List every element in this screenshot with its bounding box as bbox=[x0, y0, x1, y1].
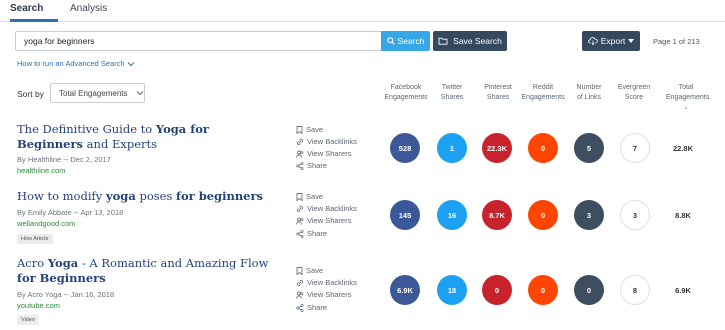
save-search-label: Save Search bbox=[453, 36, 502, 46]
folder-icon bbox=[438, 37, 448, 45]
advanced-search-link[interactable]: How to run an Advanced Search bbox=[17, 59, 135, 68]
bookmark-icon bbox=[296, 266, 303, 275]
result-byline: By Acro Yoga -- Jan 16, 2018 bbox=[17, 290, 115, 299]
column-header-twitter[interactable]: Twitter Shares bbox=[437, 83, 467, 103]
share-icon bbox=[296, 229, 304, 238]
facebook-engagements[interactable]: 528 bbox=[390, 133, 420, 163]
bookmark-icon bbox=[296, 192, 303, 201]
view-backlinks-action[interactable]: View Backlinks bbox=[296, 204, 357, 213]
total-engagements: 8.8K bbox=[675, 211, 691, 220]
save-action[interactable]: Save bbox=[296, 266, 323, 275]
tab-bar: Search Analysis bbox=[0, 0, 725, 22]
column-header-reddit[interactable]: Reddit Engagements bbox=[518, 83, 568, 103]
evergreen-score: 8 bbox=[620, 275, 650, 305]
active-tab-indicator bbox=[10, 19, 58, 22]
users-icon bbox=[296, 150, 304, 158]
number-of-links[interactable]: 3 bbox=[574, 200, 604, 230]
sort-select[interactable]: Total Engagements bbox=[50, 83, 145, 103]
tab-analysis[interactable]: Analysis bbox=[70, 3, 107, 14]
number-of-links[interactable]: 0 bbox=[574, 275, 604, 305]
advanced-search-label: How to run an Advanced Search bbox=[17, 59, 125, 68]
twitter-shares[interactable]: 1 bbox=[437, 133, 467, 163]
content-type-badge: How Article bbox=[17, 234, 53, 244]
result-title[interactable]: How to modify yoga poses for beginners bbox=[17, 189, 277, 204]
column-header-facebook[interactable]: Facebook Engagements bbox=[381, 83, 431, 103]
link-icon bbox=[296, 138, 304, 146]
sort-arrow-down-icon: ↓ bbox=[684, 104, 688, 111]
result-byline: By Healthline -- Dec 2, 2017 bbox=[17, 155, 111, 164]
chevron-down-icon bbox=[127, 61, 135, 67]
result-title[interactable]: The Definitive Guide to Yoga for Beginne… bbox=[17, 122, 277, 152]
result-domain[interactable]: healthline.com bbox=[17, 166, 65, 175]
search-icon bbox=[386, 37, 395, 45]
facebook-engagements[interactable]: 145 bbox=[390, 200, 420, 230]
result-domain[interactable]: youtube.com bbox=[17, 301, 60, 310]
search-button-label: Search bbox=[397, 36, 425, 46]
save-search-button[interactable]: Save Search bbox=[433, 31, 507, 51]
number-of-links[interactable]: 5 bbox=[574, 133, 604, 163]
result-title[interactable]: Acro Yoga - A Romantic and Amazing Flow … bbox=[17, 256, 277, 286]
column-header-pinterest[interactable]: Pinterest Shares bbox=[480, 83, 516, 103]
bookmark-icon bbox=[296, 125, 303, 134]
twitter-shares[interactable]: 18 bbox=[437, 275, 467, 305]
twitter-shares[interactable]: 16 bbox=[437, 200, 467, 230]
users-icon bbox=[296, 217, 304, 225]
pinterest-shares[interactable]: 0 bbox=[482, 275, 512, 305]
view-sharers-action[interactable]: View Sharers bbox=[296, 290, 351, 299]
reddit-engagements[interactable]: 0 bbox=[528, 275, 558, 305]
view-backlinks-action[interactable]: View Backlinks bbox=[296, 137, 357, 146]
view-sharers-action[interactable]: View Sharers bbox=[296, 216, 351, 225]
save-action[interactable]: Save bbox=[296, 125, 323, 134]
chevron-down-icon bbox=[136, 90, 144, 96]
pinterest-shares[interactable]: 8.7K bbox=[482, 200, 512, 230]
share-icon bbox=[296, 303, 304, 312]
search-button[interactable]: Search bbox=[381, 31, 430, 51]
result-domain[interactable]: wellandgood.com bbox=[17, 219, 75, 228]
view-backlinks-action[interactable]: View Backlinks bbox=[296, 278, 357, 287]
save-action[interactable]: Save bbox=[296, 192, 323, 201]
evergreen-score: 3 bbox=[620, 200, 650, 230]
search-input[interactable]: yoga for beginners bbox=[15, 31, 381, 51]
column-header-total-label: Total Engagements bbox=[666, 84, 710, 101]
share-action[interactable]: Share bbox=[296, 303, 327, 312]
share-icon bbox=[296, 161, 304, 170]
caret-down-icon bbox=[628, 39, 635, 43]
facebook-engagements[interactable]: 6.9K bbox=[390, 275, 420, 305]
reddit-engagements[interactable]: 0 bbox=[528, 133, 558, 163]
sort-selected-value: Total Engagements bbox=[59, 88, 128, 98]
share-action[interactable]: Share bbox=[296, 161, 327, 170]
pinterest-shares[interactable]: 22.3K bbox=[482, 133, 512, 163]
total-engagements: 22.8K bbox=[672, 144, 693, 153]
link-icon bbox=[296, 205, 304, 213]
total-engagements: 6.9K bbox=[675, 286, 691, 295]
page-counter: Page 1 of 213 bbox=[653, 37, 700, 46]
export-button[interactable]: Export bbox=[582, 31, 640, 51]
sort-by-label: Sort by bbox=[17, 89, 44, 99]
share-action[interactable]: Share bbox=[296, 229, 327, 238]
cloud-download-icon bbox=[587, 37, 598, 45]
content-type-badge: Video bbox=[17, 315, 39, 325]
users-icon bbox=[296, 291, 304, 299]
column-header-links[interactable]: Number of Links bbox=[573, 83, 605, 103]
link-icon bbox=[296, 279, 304, 287]
view-sharers-action[interactable]: View Sharers bbox=[296, 149, 351, 158]
evergreen-score: 7 bbox=[620, 133, 650, 163]
export-label: Export bbox=[600, 36, 626, 46]
column-header-total[interactable]: Total Engagements ↓ bbox=[666, 83, 710, 113]
reddit-engagements[interactable]: 0 bbox=[528, 200, 558, 230]
result-byline: By Emily Abbate -- Apr 13, 2018 bbox=[17, 208, 124, 217]
tab-search[interactable]: Search bbox=[10, 3, 43, 14]
column-header-evergreen[interactable]: Evergreen Score bbox=[615, 83, 653, 103]
